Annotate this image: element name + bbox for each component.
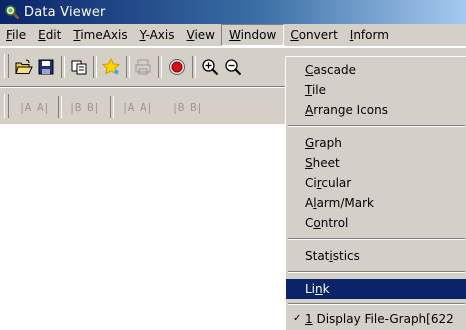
sheet-label: heet	[312, 156, 340, 170]
toolbar-separator	[158, 56, 162, 78]
toolbar-separator	[110, 96, 114, 118]
link-key: n	[315, 282, 323, 296]
menu-timeaxis[interactable]: TimeAxis	[67, 24, 133, 46]
menu-item-circular[interactable]: Circular	[286, 173, 466, 193]
record-icon[interactable]	[166, 56, 188, 78]
title-bar: Data Viewer	[0, 0, 466, 24]
arrange-icons-key: A	[305, 103, 314, 117]
menu-timeaxis-label: imeAxis	[80, 28, 128, 42]
toolbar-separator	[93, 56, 97, 78]
menu-item-tile[interactable]: Tile	[286, 80, 466, 100]
cursor-a-button: |A A|	[18, 100, 50, 114]
highlight-star-icon[interactable]	[100, 56, 122, 78]
menu-bar: File Edit TimeAxis Y-Axis View Window Co…	[0, 24, 466, 46]
print-disabled-icon	[132, 56, 154, 78]
menu-separator	[288, 238, 465, 240]
menu-item-statistics[interactable]: Statistics	[286, 246, 466, 266]
toolbar-separator	[192, 56, 196, 78]
zoom-out-icon[interactable]	[222, 56, 244, 78]
menu-item-display-file-graph[interactable]: ✓ 1 Display File-Graph[622	[286, 309, 466, 329]
statistics-label: stics	[332, 249, 360, 263]
app-magnifier-icon	[4, 4, 20, 20]
cursor-b-jump-button: |B B|	[171, 100, 203, 114]
menu-item-graph[interactable]: Graph	[286, 133, 466, 153]
menu-window-key: W	[228, 28, 241, 42]
window-dropdown-menu: Cascade Tile Arrange Icons Graph Sheet C…	[285, 56, 466, 330]
copy-icon[interactable]	[68, 56, 90, 78]
menu-separator	[288, 303, 465, 305]
menu-inform[interactable]: Inform	[344, 24, 395, 46]
toolbar-grip[interactable]	[4, 94, 9, 118]
circular-pre: Ci	[305, 176, 317, 190]
circular-label: cular	[321, 176, 352, 190]
link-pre: Li	[305, 282, 316, 296]
graph-label: raph	[314, 136, 342, 150]
menu-item-cascade[interactable]: Cascade	[286, 60, 466, 80]
menu-y-axis[interactable]: Y-Axis	[134, 24, 181, 46]
menu-convert[interactable]: Convert	[284, 24, 343, 46]
menu-inform-label: nform	[353, 28, 389, 42]
menu-y-axis-label: -Axis	[145, 28, 175, 42]
link-label: k	[322, 282, 330, 296]
menu-edit-label: dit	[45, 28, 62, 42]
display-file-label: Display File-Graph[622	[312, 312, 454, 326]
graph-key: G	[305, 136, 315, 150]
menu-separator	[288, 271, 465, 273]
toolbar-separator	[126, 56, 130, 78]
cursor-a-jump-button: |A A|	[121, 100, 153, 114]
control-label: ntrol	[320, 216, 349, 230]
window-title: Data Viewer	[24, 4, 106, 20]
tile-key: T	[305, 83, 312, 97]
cursor-b-button: |B B|	[68, 100, 100, 114]
display-file-key: 1	[305, 312, 313, 326]
menu-separator	[288, 125, 465, 127]
menu-window[interactable]: Window	[220, 24, 285, 46]
menu-view[interactable]: View	[181, 24, 221, 46]
menu-edit-key: E	[38, 28, 46, 42]
control-key: o	[313, 216, 321, 230]
open-folder-icon[interactable]	[13, 56, 35, 78]
menu-convert-label: onvert	[298, 28, 338, 42]
toolbar-separator	[58, 96, 62, 118]
menu-item-arrange-icons[interactable]: Arrange Icons	[286, 100, 466, 120]
arrange-icons-label: rrange Icons	[313, 103, 388, 117]
cascade-label: ascade	[313, 63, 356, 77]
menu-item-alarm-mark[interactable]: Alarm/Mark	[286, 193, 466, 213]
menu-convert-key: C	[290, 28, 299, 42]
menu-item-control[interactable]: Control	[286, 213, 466, 233]
check-mark-icon: ✓	[293, 313, 302, 324]
menu-item-sheet[interactable]: Sheet	[286, 153, 466, 173]
alarm-label: arm/Mark	[316, 196, 374, 210]
statistics-pre: Stat	[305, 249, 330, 263]
menu-file-label: ile	[12, 28, 27, 42]
menu-view-label: iew	[194, 28, 215, 42]
toolbar-grip[interactable]	[4, 54, 9, 78]
zoom-in-icon[interactable]	[199, 56, 221, 78]
save-disk-icon[interactable]	[35, 56, 57, 78]
menu-edit[interactable]: Edit	[32, 24, 67, 46]
menu-window-label: indow	[240, 28, 277, 42]
alarm-pre: A	[305, 196, 314, 210]
tile-label: ile	[311, 83, 327, 97]
sheet-key: S	[305, 156, 313, 170]
menu-item-link[interactable]: Link	[286, 279, 466, 299]
toolbar-separator	[61, 56, 65, 78]
menu-file[interactable]: File	[0, 24, 32, 46]
